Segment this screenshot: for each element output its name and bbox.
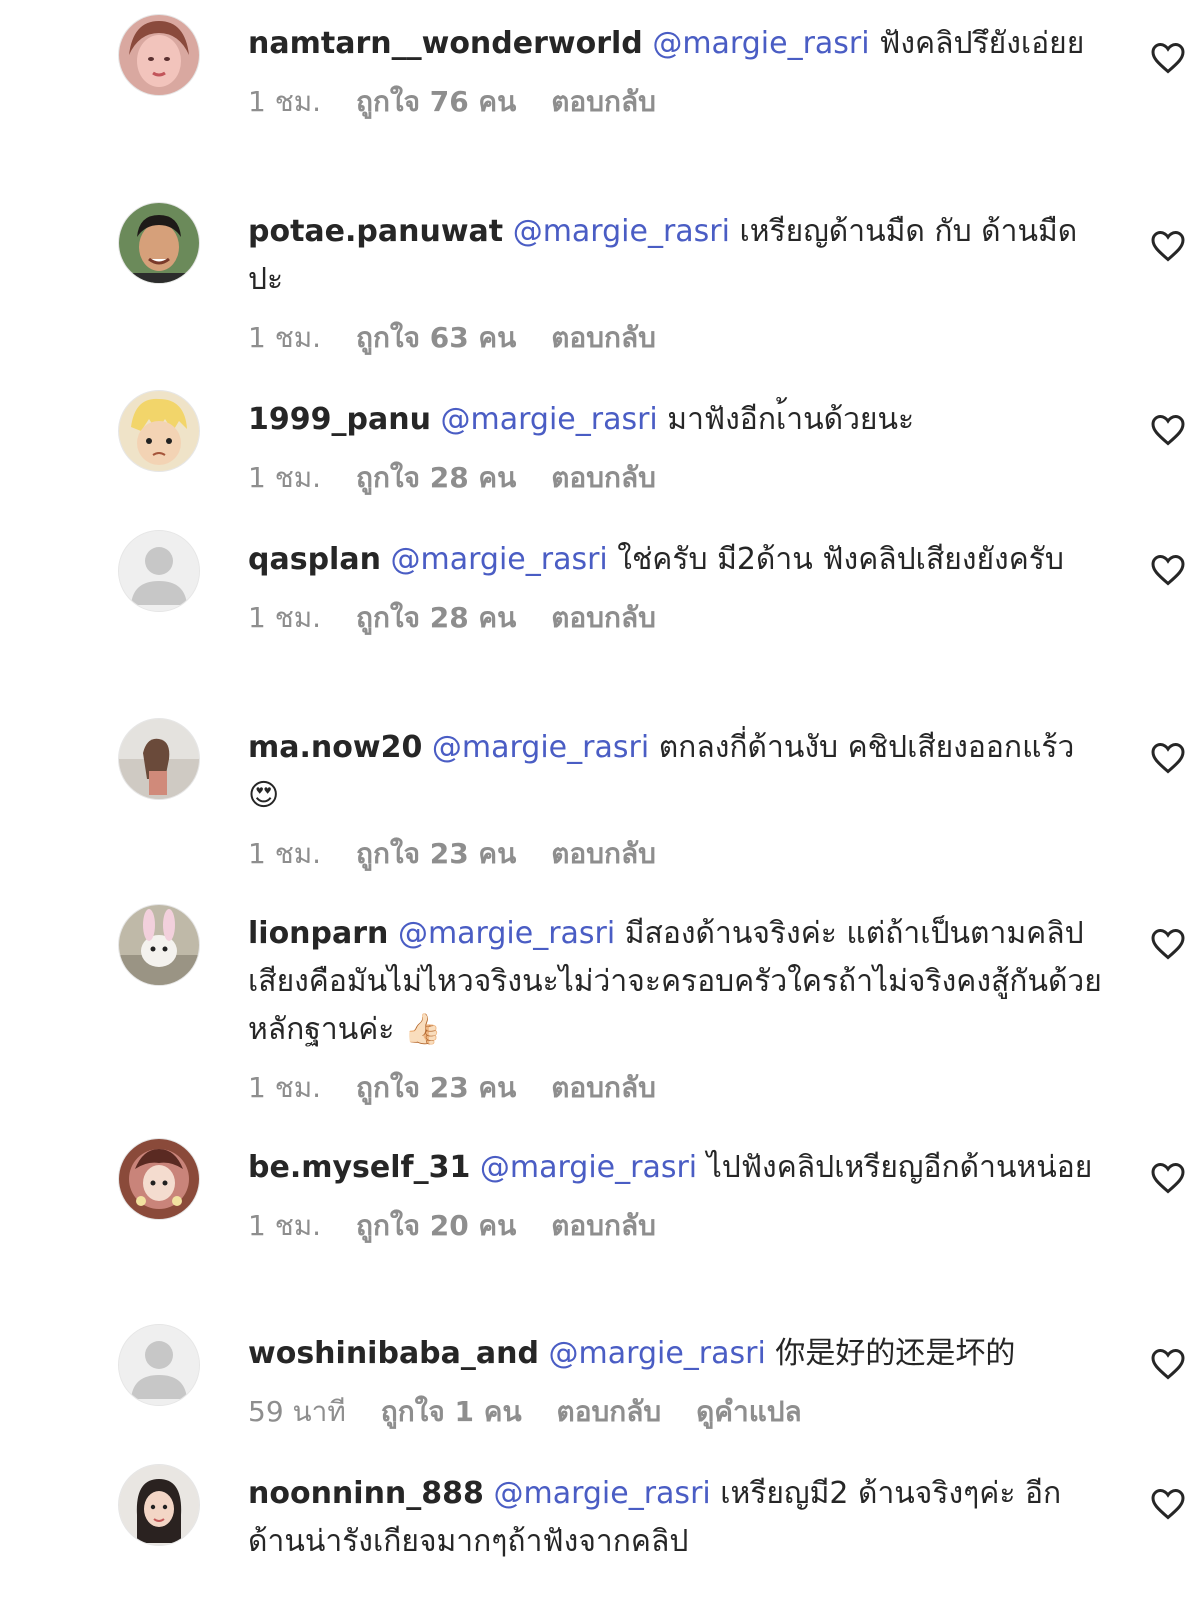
comment-likes[interactable]: ถูกใจ 76 คน	[356, 85, 516, 118]
comment-time[interactable]: 1 ชม.	[248, 461, 321, 494]
comment-text: noonninn_888 @margie_rasri เหรียญมี2 ด้า…	[248, 1470, 1108, 1566]
heart-outline-icon[interactable]	[1150, 552, 1186, 588]
heart-eyes-emoji: 😍	[248, 778, 280, 813]
comment-meta: 1 ชม. ถูกใจ 28 คน ตอบกลับ	[248, 458, 1108, 498]
avatar[interactable]	[118, 1464, 200, 1546]
comment-body: 你是好的还是坏的	[775, 1336, 1016, 1371]
comment-likes[interactable]: ถูกใจ 28 คน	[356, 601, 516, 634]
heart-outline-icon[interactable]	[1150, 1486, 1186, 1522]
comment-mention[interactable]: @margie_rasri	[440, 402, 657, 437]
avatar[interactable]	[118, 1324, 200, 1406]
comment-likes[interactable]: ถูกใจ 20 คน	[356, 1209, 516, 1242]
comment-text: qasplan @margie_rasri ใช่ครับ มี2ด้าน ฟั…	[248, 536, 1108, 584]
comment-body: ฟังคลิปรึยังเอ่ยย	[879, 26, 1085, 61]
comment-username[interactable]: woshinibaba_and	[248, 1336, 539, 1371]
avatar-photo-icon	[119, 905, 199, 985]
avatar-photo-icon	[119, 203, 199, 283]
comment-likes[interactable]: ถูกใจ 23 คน	[356, 1071, 516, 1104]
reply-button[interactable]: ตอบกลับ	[551, 85, 656, 118]
comment-meta: 59 นาที ถูกใจ 1 คน ตอบกลับ ดูคำแปล	[248, 1392, 1108, 1432]
comment-mention[interactable]: @margie_rasri	[398, 916, 615, 951]
default-avatar-icon	[119, 1325, 199, 1405]
comment-list: namtarn__wonderworld @margie_rasri ฟังคล…	[0, 0, 1200, 1609]
comment-text: potae.panuwat @margie_rasri เหรียญด้านมื…	[248, 208, 1108, 304]
heart-outline-icon[interactable]	[1150, 740, 1186, 776]
comment-meta: 1 ชม. ถูกใจ 23 คน ตอบกลับ	[248, 1068, 1108, 1108]
reply-button[interactable]: ตอบกลับ	[551, 601, 656, 634]
avatar[interactable]	[118, 390, 200, 472]
heart-outline-icon[interactable]	[1150, 228, 1186, 264]
comment-meta: 1 ชม. ถูกใจ 20 คน ตอบกลับ	[248, 1206, 1108, 1246]
comment-username[interactable]: qasplan	[248, 542, 381, 577]
comment-meta: 1 ชม. ถูกใจ 63 คน ตอบกลับ	[248, 318, 1108, 358]
avatar[interactable]	[118, 202, 200, 284]
avatar-photo-icon	[119, 719, 199, 799]
heart-outline-icon[interactable]	[1150, 926, 1186, 962]
avatar-photo-icon	[119, 1139, 199, 1219]
reply-button[interactable]: ตอบกลับ	[551, 461, 656, 494]
see-translation-button[interactable]: ดูคำแปล	[696, 1395, 802, 1428]
reply-button[interactable]: ตอบกลับ	[551, 837, 656, 870]
comment-username[interactable]: potae.panuwat	[248, 214, 503, 249]
comment-text: namtarn__wonderworld @margie_rasri ฟังคล…	[248, 20, 1108, 68]
comment-time[interactable]: 1 ชม.	[248, 85, 321, 118]
comment-likes[interactable]: ถูกใจ 28 คน	[356, 461, 516, 494]
avatar[interactable]	[118, 530, 200, 612]
default-avatar-icon	[119, 531, 199, 611]
reply-button[interactable]: ตอบกลับ	[551, 1071, 656, 1104]
comment-mention[interactable]: @margie_rasri	[432, 730, 649, 765]
comment-time[interactable]: 1 ชม.	[248, 1209, 321, 1242]
reply-button[interactable]: ตอบกลับ	[557, 1395, 662, 1428]
reply-button[interactable]: ตอบกลับ	[551, 1209, 656, 1242]
comment-likes[interactable]: ถูกใจ 1 คน	[381, 1395, 522, 1428]
comment-username[interactable]: be.myself_31	[248, 1150, 470, 1185]
comment-username[interactable]: namtarn__wonderworld	[248, 26, 643, 61]
comment-meta: 1 ชม. ถูกใจ 23 คน ตอบกลับ	[248, 834, 1108, 874]
comment-text: ma.now20 @margie_rasri ตกลงกี่ด้านงับ คช…	[248, 724, 1108, 820]
heart-outline-icon[interactable]	[1150, 1346, 1186, 1382]
comment-mention[interactable]: @margie_rasri	[549, 1336, 766, 1371]
comment-likes[interactable]: ถูกใจ 63 คน	[356, 321, 516, 354]
avatar[interactable]	[118, 904, 200, 986]
avatar[interactable]	[118, 1138, 200, 1220]
comment-username[interactable]: ma.now20	[248, 730, 422, 765]
comment-meta: 1 ชม. ถูกใจ 28 คน ตอบกลับ	[248, 598, 1108, 638]
comment-mention[interactable]: @margie_rasri	[493, 1476, 710, 1511]
comment-username[interactable]: lionparn	[248, 916, 388, 951]
comment-text: be.myself_31 @margie_rasri ไปฟังคลิปเหรี…	[248, 1144, 1108, 1192]
comment-body: มาฟังอีกเ้านด้วยนะ	[667, 402, 915, 437]
avatar[interactable]	[118, 14, 200, 96]
comment-mention[interactable]: @margie_rasri	[390, 542, 607, 577]
heart-outline-icon[interactable]	[1150, 1160, 1186, 1196]
avatar-photo-icon	[119, 15, 199, 95]
heart-outline-icon[interactable]	[1150, 412, 1186, 448]
comment-username[interactable]: noonninn_888	[248, 1476, 484, 1511]
comment-username[interactable]: 1999_panu	[248, 402, 431, 437]
comment-body: ใช่ครับ มี2ด้าน ฟังคลิปเสียงยังครับ	[617, 542, 1064, 577]
comment-body: ไปฟังคลิปเหรียญอีกด้านหน่อย	[706, 1150, 1093, 1185]
reply-button[interactable]: ตอบกลับ	[551, 321, 656, 354]
thumbs-up-emoji: 👍🏻	[403, 1012, 442, 1047]
avatar[interactable]	[118, 718, 200, 800]
heart-outline-icon[interactable]	[1150, 40, 1186, 76]
comment-meta: 1 ชม. ถูกใจ 76 คน ตอบกลับ	[248, 82, 1108, 122]
comment-text: woshinibaba_and @margie_rasri 你是好的还是坏的	[248, 1330, 1108, 1378]
comment-time[interactable]: 1 ชม.	[248, 837, 321, 870]
comment-likes[interactable]: ถูกใจ 23 คน	[356, 837, 516, 870]
comment-time[interactable]: 1 ชม.	[248, 1071, 321, 1104]
avatar-photo-icon	[119, 391, 199, 471]
comment-mention[interactable]: @margie_rasri	[480, 1150, 697, 1185]
comment-time[interactable]: 1 ชม.	[248, 321, 321, 354]
comment-mention[interactable]: @margie_rasri	[652, 26, 869, 61]
comment-text: 1999_panu @margie_rasri มาฟังอีกเ้านด้วย…	[248, 396, 1108, 444]
avatar-photo-icon	[119, 1465, 199, 1545]
comment-time[interactable]: 1 ชม.	[248, 601, 321, 634]
comment-mention[interactable]: @margie_rasri	[513, 214, 730, 249]
comment-text: lionparn @margie_rasri มีสองด้านจริงค่ะ …	[248, 910, 1108, 1054]
comment-time[interactable]: 59 นาที	[248, 1395, 346, 1428]
comment-body: ตกลงกี่ด้านงับ คชิปเสียงออกแร้ว	[658, 730, 1075, 765]
